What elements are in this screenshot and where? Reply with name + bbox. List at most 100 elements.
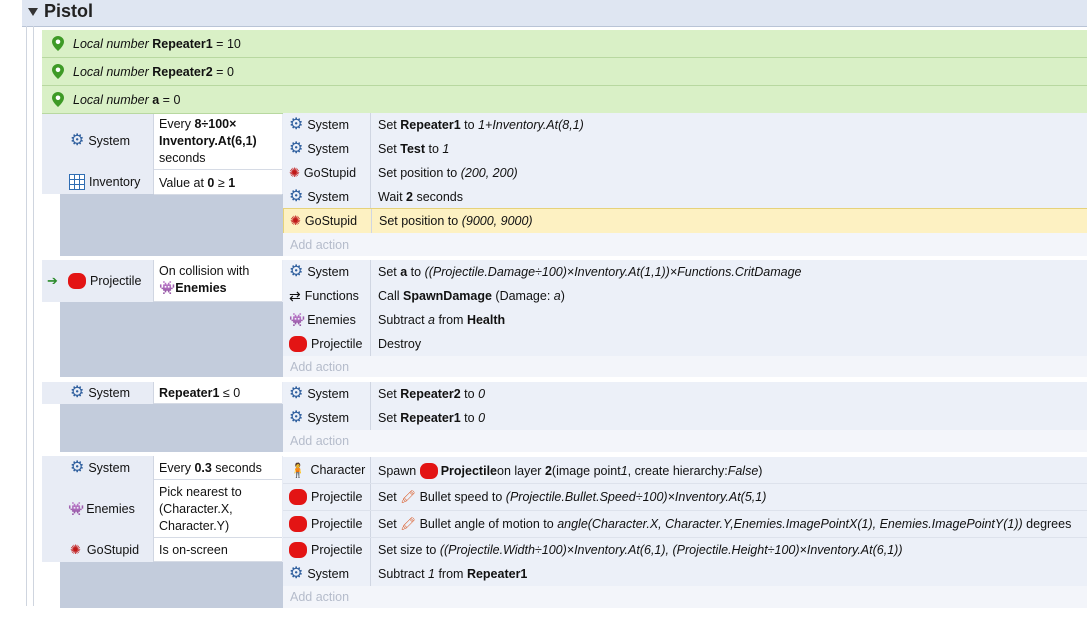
act-fragment: seconds: [412, 190, 463, 204]
group-header-pistol[interactable]: Pistol: [22, 0, 1087, 27]
variable-kind: Local number: [73, 37, 149, 51]
act-fragment: Set: [378, 118, 401, 132]
add-action-link[interactable]: Add action: [290, 238, 349, 252]
grid-table-icon: [69, 174, 85, 190]
action-text: Set Repeater1 to 1+Inventory.At(8,1): [378, 118, 584, 132]
action-row[interactable]: Projectile Set 🖍 Bullet angle of motion …: [283, 511, 1087, 538]
local-variable-repeater1[interactable]: Local number Repeater1 = 10: [42, 30, 1087, 58]
act-fragment: False: [727, 464, 759, 478]
object-name: Projectile: [311, 543, 363, 557]
object-name: GoStupid: [303, 166, 357, 180]
action-row[interactable]: 👾 Enemies Subtract a from Health: [283, 308, 1087, 333]
cond-fragment: (Character.X,: [159, 502, 233, 516]
object-name: System: [307, 411, 350, 425]
divider: [371, 209, 372, 233]
action-row[interactable]: 🧍 Character Spawn Projectile on layer 2 (…: [283, 457, 1087, 484]
act-fragment: Set size to: [378, 543, 440, 557]
action-row[interactable]: ⚙ System Set Repeater1 to 1+Inventory.At(…: [283, 113, 1087, 138]
condition-object-projectile: Projectile: [68, 273, 141, 289]
bug-sprite-icon: ✺: [289, 165, 300, 180]
action-text: Set size to ((Projectile.Width÷100)×Inve…: [378, 543, 902, 557]
action-text: Set Repeater2 to 0: [378, 387, 485, 401]
condition-text: On collision with 👾Enemies: [159, 263, 249, 297]
event-4-margin: [60, 562, 283, 608]
add-action-link[interactable]: Add action: [290, 360, 349, 374]
local-variable-repeater2[interactable]: Local number Repeater2 = 0: [42, 58, 1087, 86]
variable-op: =: [216, 65, 224, 79]
add-action-link[interactable]: Add action: [290, 590, 349, 604]
act-fragment: Health: [466, 313, 506, 327]
divider: [370, 511, 371, 537]
object-name: GoStupid: [86, 543, 140, 557]
action-row[interactable]: ⚙ System Set Test to 1: [283, 137, 1087, 162]
act-fragment: Repeater1: [400, 118, 461, 132]
action-row[interactable]: Projectile Destroy: [283, 332, 1087, 357]
add-action-row[interactable]: Add action: [283, 586, 1087, 608]
action-row[interactable]: Projectile Set 🖍 Bullet speed to (Projec…: [283, 484, 1087, 511]
gear-icon: ⚙: [289, 140, 304, 157]
action-row[interactable]: ⚙ System Set Repeater1 to 0: [283, 406, 1087, 431]
projectile-icon: [289, 516, 307, 532]
action-text: Subtract 1 from Repeater1: [378, 567, 527, 581]
event-3-margin: [60, 404, 283, 452]
act-fragment: ((Projectile.Width÷100)×Inventory.At(6,1…: [439, 543, 903, 557]
action-row[interactable]: ⚙ System Set Repeater2 to 0: [283, 382, 1087, 407]
condition-text: Value at 0 ≥ 1: [159, 175, 235, 192]
act-fragment: Bullet speed to: [416, 490, 506, 504]
object-name: Projectile: [90, 274, 142, 288]
act-fragment: 2: [406, 190, 413, 204]
act-fragment: Set: [378, 265, 401, 279]
act-fragment: Repeater1: [400, 411, 461, 425]
divider: [370, 406, 371, 430]
object-name: Inventory: [89, 175, 141, 189]
action-row[interactable]: ⚙ System Set a to ((Projectile.Damage÷100…: [283, 260, 1087, 285]
gear-icon: ⚙: [70, 132, 85, 149]
action-row-selected[interactable]: ✺ GoStupid Set position to (9000, 9000): [283, 208, 1087, 234]
event-2-margin: [60, 302, 283, 377]
enemies-icon: 👾: [68, 501, 85, 516]
bullet-behavior-icon: 🖍: [400, 490, 417, 504]
action-text: Destroy: [378, 337, 421, 351]
projectile-icon: [419, 463, 438, 479]
divider: [370, 332, 371, 356]
action-text: Wait 2 seconds: [378, 190, 463, 204]
action-text: Spawn Projectile on layer 2 (image point…: [378, 463, 762, 479]
action-row[interactable]: ⚙ System Subtract 1 from Repeater1: [283, 562, 1087, 587]
action-row[interactable]: Projectile Set size to ((Projectile.Widt…: [283, 538, 1087, 563]
local-variable-a[interactable]: Local number a = 0: [42, 86, 1087, 114]
condition-text: Every 0.3 seconds: [159, 460, 262, 477]
act-fragment: Set position to: [379, 214, 462, 228]
group-title: Pistol: [44, 1, 94, 21]
condition-text: Repeater1 ≤ 0: [159, 385, 240, 402]
add-action-row[interactable]: Add action: [283, 356, 1087, 377]
variable-op: =: [216, 37, 224, 51]
divider: [370, 185, 371, 209]
action-text: Set 🖍 Bullet speed to (Projectile.Bullet…: [378, 490, 766, 505]
action-row[interactable]: ⇄ Functions Call SpawnDamage (Damage: a): [283, 284, 1087, 309]
act-fragment: (200, 200): [460, 166, 518, 180]
cond-fragment: Repeater1: [159, 386, 220, 400]
add-action-row[interactable]: Add action: [283, 233, 1087, 256]
act-fragment: Set: [378, 411, 401, 425]
action-row[interactable]: ✺ GoStupid Set position to (200, 200): [283, 161, 1087, 186]
action-row[interactable]: ⚙ System Wait 2 seconds: [283, 185, 1087, 210]
act-fragment: Subtract: [378, 567, 429, 581]
gear-icon: ⚙: [70, 384, 85, 401]
action-text: Set 🖍 Bullet angle of motion to angle(Ch…: [378, 517, 1071, 532]
variable-value: 0: [226, 65, 234, 79]
condition-object-system: ⚙ System: [70, 385, 130, 401]
add-action-row[interactable]: Add action: [283, 430, 1087, 452]
object-name: Projectile: [311, 337, 363, 351]
action-text: Subtract a from Health: [378, 313, 505, 327]
enemies-icon: 👾: [289, 312, 306, 327]
collapse-triangle-icon[interactable]: [28, 8, 38, 16]
gear-icon: ⚙: [289, 263, 304, 280]
add-action-link[interactable]: Add action: [290, 434, 349, 448]
act-fragment: 2: [544, 464, 552, 478]
act-fragment: (9000, 9000): [461, 214, 533, 228]
cond-fragment: 0: [233, 386, 241, 400]
act-fragment: to: [407, 265, 425, 279]
cond-fragment: Inventory.At(6,1): [159, 134, 257, 148]
action-text: Set a to ((Projectile.Damage÷100)×Invent…: [378, 265, 802, 279]
variable-kind: Local number: [73, 93, 149, 107]
